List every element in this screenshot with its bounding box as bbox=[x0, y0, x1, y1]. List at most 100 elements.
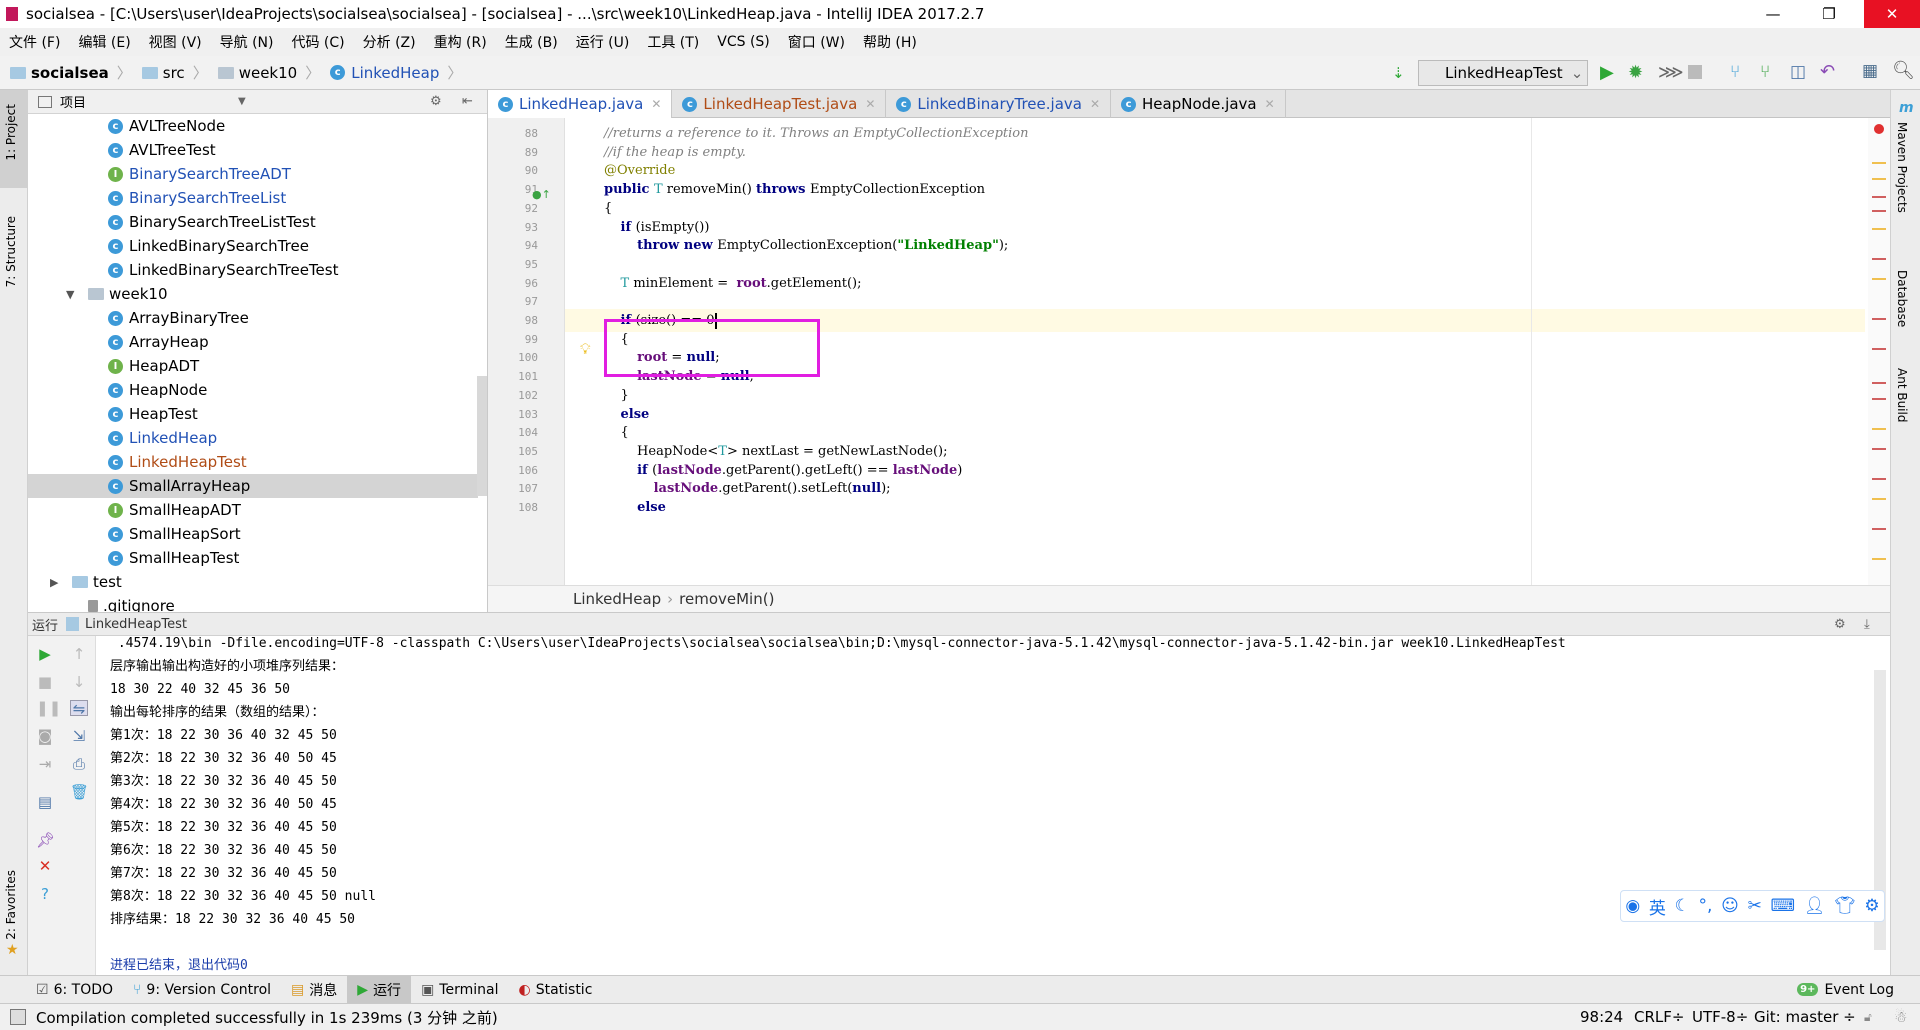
stripe-marker[interactable] bbox=[1872, 258, 1886, 260]
tool-structure-label[interactable]: 7: Structure bbox=[4, 216, 18, 287]
vcs-history-icon[interactable]: ◫ bbox=[1790, 62, 1806, 82]
tool-ant-label[interactable]: Ant Build bbox=[1895, 368, 1909, 422]
close-icon[interactable]: ✕ bbox=[36, 858, 54, 874]
tool-database-label[interactable]: Database bbox=[1895, 270, 1909, 327]
tab-linkedheap-java[interactable]: c LinkedHeap.java ✕ bbox=[488, 90, 673, 118]
help-icon[interactable]: ? bbox=[36, 886, 54, 902]
gear-icon[interactable]: ⚙ bbox=[1864, 896, 1879, 916]
coverage-icon[interactable]: ⋙ bbox=[1658, 62, 1684, 83]
tool-statistic[interactable]: ◐ Statistic bbox=[508, 976, 602, 1004]
collapse-icon[interactable]: ⇤ bbox=[462, 94, 473, 109]
event-log-button[interactable]: 9+ Event Log bbox=[1797, 982, 1894, 998]
minimize-button[interactable]: — bbox=[1750, 0, 1796, 28]
gear-icon[interactable]: ⚙ bbox=[1834, 617, 1846, 632]
tool-messages[interactable]: ▤ 消息 bbox=[281, 976, 347, 1004]
menu-item[interactable]: 分析 (Z) bbox=[363, 32, 416, 52]
tab-linkedbinarytree-java[interactable]: c LinkedBinaryTree.java ✕ bbox=[886, 90, 1112, 118]
tree-item[interactable]: c LinkedHeap bbox=[28, 426, 217, 450]
tree-item[interactable]: c SmallArrayHeap bbox=[28, 474, 478, 498]
tree-item[interactable]: c HeapNode bbox=[28, 378, 207, 402]
stripe-marker[interactable] bbox=[1872, 478, 1886, 480]
tool-todo[interactable]: ☑ 6: TODO bbox=[26, 976, 123, 1004]
dump-threads-icon[interactable]: ◙ bbox=[36, 728, 54, 744]
menu-item[interactable]: 导航 (N) bbox=[220, 32, 274, 52]
lightbulb-icon[interactable]: 💡︎ bbox=[580, 340, 591, 358]
punctuation-icon[interactable]: °, bbox=[1699, 896, 1713, 916]
crumb-class[interactable]: LinkedHeap bbox=[573, 590, 661, 608]
breadcrumb-class[interactable]: c LinkedHeap 〉 bbox=[330, 62, 462, 83]
stripe-marker[interactable] bbox=[1872, 196, 1886, 198]
keyboard-icon[interactable]: ⌨ bbox=[1771, 896, 1796, 916]
tree-item[interactable]: c AVLTreeTest bbox=[28, 138, 216, 162]
run-config-select[interactable]: LinkedHeapTest ⌄ bbox=[1418, 60, 1588, 86]
run-icon[interactable]: ▶ bbox=[1600, 62, 1614, 83]
error-stripe[interactable] bbox=[1868, 118, 1890, 585]
tree-item[interactable]: c LinkedBinarySearchTree bbox=[28, 234, 309, 258]
vcs-commit-icon[interactable]: ⑂ bbox=[1760, 62, 1770, 82]
down-arrow-icon[interactable]: ↓ bbox=[70, 674, 88, 690]
menu-item[interactable]: 生成 (B) bbox=[505, 32, 558, 52]
scroll-to-end-icon[interactable]: ⇲ bbox=[70, 728, 88, 744]
stripe-marker[interactable] bbox=[1872, 498, 1886, 500]
tree-item[interactable]: c BinarySearchTreeList bbox=[28, 186, 286, 210]
stripe-marker[interactable] bbox=[1872, 398, 1886, 400]
menu-item[interactable]: 文件 (F) bbox=[9, 32, 60, 52]
stripe-marker[interactable] bbox=[1872, 210, 1886, 212]
tool-terminal[interactable]: ▣ Terminal bbox=[411, 976, 508, 1004]
project-structure-icon[interactable]: ▦ bbox=[1862, 61, 1878, 81]
vcs-update-icon[interactable]: ⑂ bbox=[1730, 62, 1740, 82]
tree-item[interactable]: c ArrayBinaryTree bbox=[28, 306, 249, 330]
stripe-marker[interactable] bbox=[1872, 382, 1886, 384]
chevron-down-icon[interactable]: ▼ bbox=[66, 288, 80, 301]
pause-icon[interactable]: ❚❚ bbox=[36, 700, 61, 716]
menu-item[interactable]: 工具 (T) bbox=[647, 32, 699, 52]
stripe-marker[interactable] bbox=[1872, 348, 1886, 350]
tree-item[interactable]: I SmallHeapADT bbox=[28, 498, 241, 522]
menu-item[interactable]: 帮助 (H) bbox=[863, 32, 917, 52]
up-arrow-icon[interactable]: ↑ bbox=[70, 646, 88, 662]
status-toggle-icon[interactable] bbox=[10, 1009, 26, 1025]
menu-item[interactable]: 窗口 (W) bbox=[788, 32, 845, 52]
close-tab-icon[interactable]: ✕ bbox=[651, 97, 661, 111]
line-separator[interactable]: CRLF÷ bbox=[1634, 1008, 1684, 1026]
tool-version-control[interactable]: ⑂ 9: Version Control bbox=[123, 976, 281, 1004]
hide-icon[interactable]: ⤓ bbox=[1864, 617, 1870, 632]
stripe-marker[interactable] bbox=[1872, 228, 1886, 230]
tab-heapnode-java[interactable]: c HeapNode.java ✕ bbox=[1111, 90, 1286, 118]
layout-icon[interactable]: ▤ bbox=[36, 794, 54, 810]
chevron-right-icon[interactable]: ▶ bbox=[50, 576, 64, 589]
menu-item[interactable]: VCS (S) bbox=[717, 34, 770, 50]
tool-favorites-label[interactable]: 2: Favorites bbox=[4, 870, 18, 940]
skin-icon[interactable]: 👕︎ bbox=[1834, 896, 1856, 916]
tool-run[interactable]: ▶ 运行 bbox=[347, 975, 412, 1004]
pin-icon[interactable]: 📌︎ bbox=[36, 832, 55, 848]
tree-item[interactable]: c HeapTest bbox=[28, 402, 198, 426]
crumb-method[interactable]: removeMin() bbox=[679, 590, 774, 608]
override-marker-icon[interactable]: ●↑ bbox=[532, 188, 551, 201]
stripe-marker[interactable] bbox=[1872, 558, 1886, 560]
rerun-icon[interactable]: ▶ bbox=[36, 646, 54, 662]
stripe-marker[interactable] bbox=[1872, 318, 1886, 320]
clear-icon[interactable]: 🗑︎ bbox=[70, 784, 89, 800]
moon-icon[interactable]: ☾ bbox=[1675, 896, 1690, 916]
tree-item[interactable]: ▼ week10 bbox=[28, 282, 168, 306]
tree-item[interactable]: I HeapADT bbox=[28, 354, 199, 378]
tree-item[interactable]: c ArrayHeap bbox=[28, 330, 209, 354]
tree-item[interactable]: I BinarySearchTreeADT bbox=[28, 162, 291, 186]
soft-wrap-icon[interactable]: ⇋ bbox=[70, 700, 88, 717]
ime-lang[interactable]: 英 bbox=[1649, 894, 1666, 919]
console-output[interactable]: .4574.19\bin -Dfile.encoding=UTF-8 -clas… bbox=[96, 636, 1890, 975]
tree-scrollbar[interactable] bbox=[477, 376, 487, 496]
stripe-marker[interactable] bbox=[1872, 528, 1886, 530]
stripe-marker[interactable] bbox=[1872, 178, 1886, 180]
stop-icon[interactable] bbox=[1688, 65, 1702, 79]
menu-item[interactable]: 运行 (U) bbox=[576, 32, 630, 52]
lock-icon[interactable]: 🔓︎ bbox=[1864, 1010, 1872, 1025]
tab-linkedheaptest-java[interactable]: c LinkedHeapTest.java ✕ bbox=[672, 90, 887, 118]
debug-icon[interactable]: ✹ bbox=[1628, 62, 1643, 83]
tree-item[interactable]: c AVLTreeNode bbox=[28, 114, 225, 138]
exit-icon[interactable]: ⇥ bbox=[36, 756, 54, 772]
menu-item[interactable]: 编辑 (E) bbox=[78, 32, 130, 52]
code-editor[interactable]: 88 89 90 91 92 93 94 95 96 97 98 99 100 101 102 103 104 1… bbox=[488, 118, 1890, 585]
error-indicator-icon[interactable] bbox=[1874, 124, 1884, 134]
